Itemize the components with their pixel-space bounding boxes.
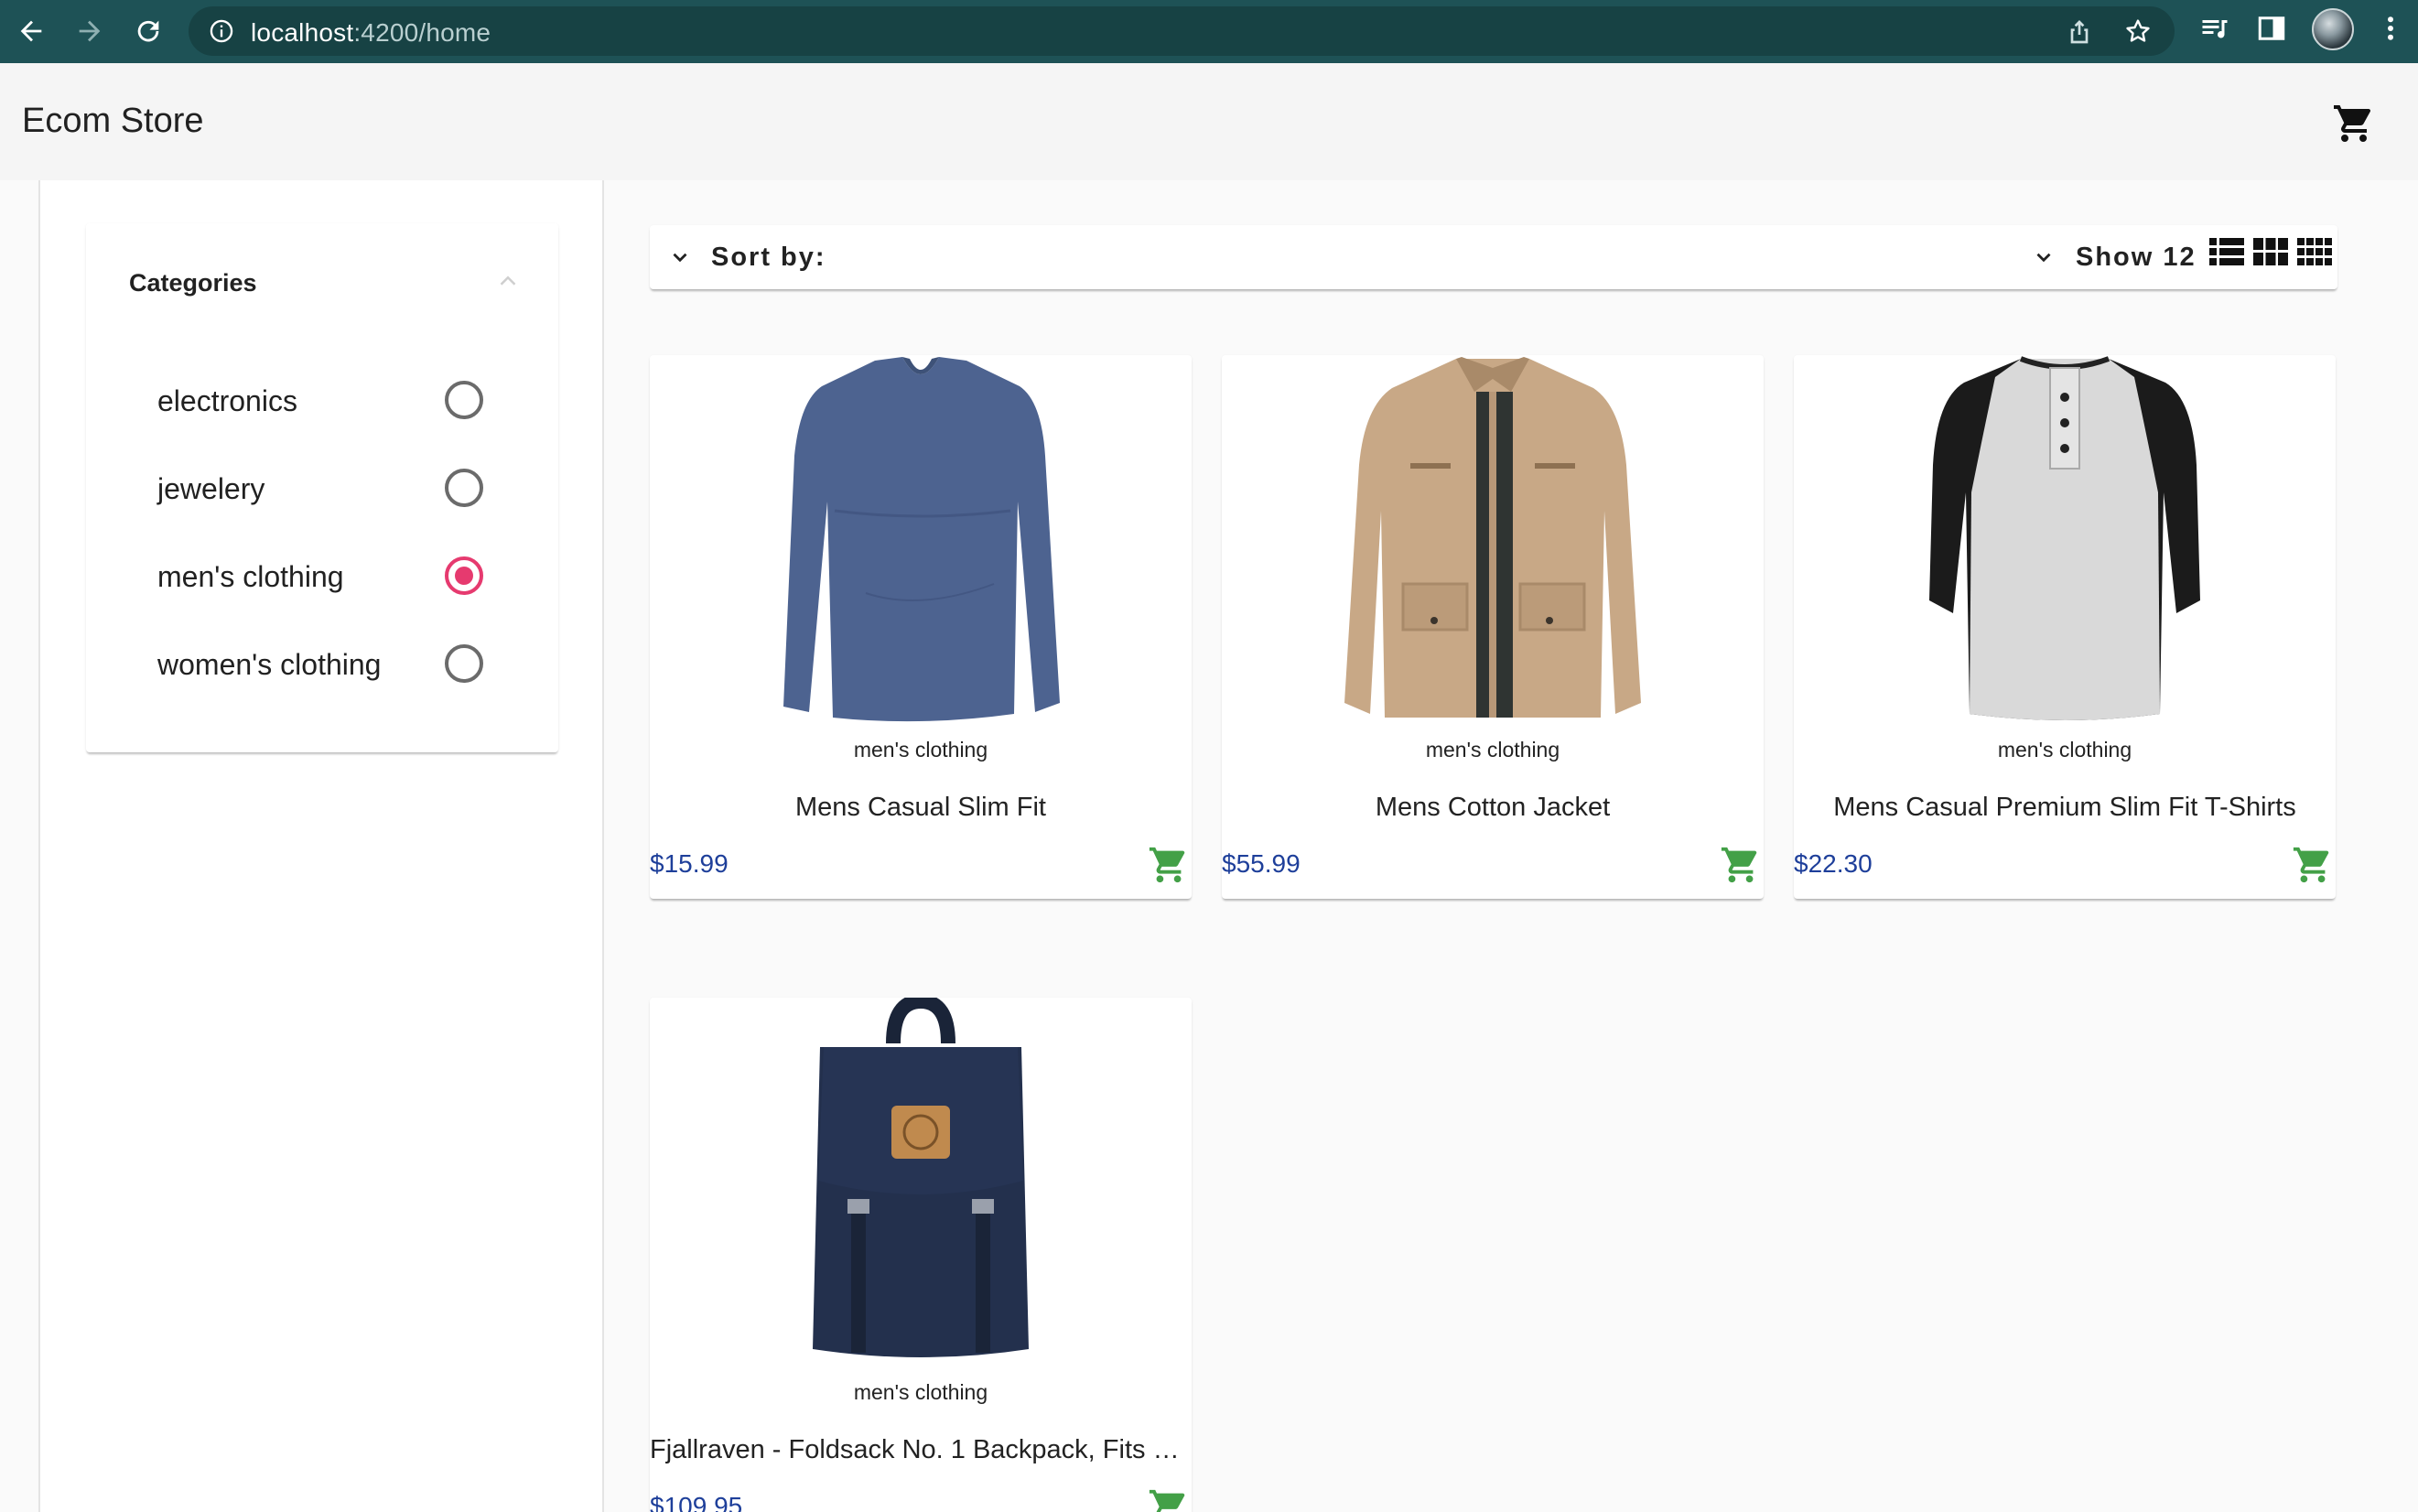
radio-button-selected[interactable]: [445, 556, 483, 595]
product-image-raglan-shirt[interactable]: [1794, 355, 2336, 723]
add-to-cart-icon[interactable]: [1720, 844, 1762, 891]
chevron-down-icon[interactable]: [668, 245, 692, 274]
category-label: women's clothing: [157, 648, 382, 681]
chevron-down-icon[interactable]: [2032, 245, 2056, 274]
product-name[interactable]: Mens Casual Slim Fit: [650, 793, 1192, 823]
radio-button[interactable]: [445, 381, 483, 419]
categories-title[interactable]: Categories: [129, 269, 257, 297]
back-icon[interactable]: [11, 11, 51, 51]
product-category: men's clothing: [853, 738, 988, 761]
product-category: men's clothing: [1997, 738, 2132, 761]
product-name[interactable]: Fjallraven - Foldsack No. 1 Backpack, Fi…: [650, 1435, 1192, 1465]
sort-bar: Sort by: Show 12: [650, 225, 2337, 289]
bookmark-star-icon[interactable]: [2123, 16, 2153, 50]
product-price: $15.99: [650, 849, 729, 878]
product-card[interactable]: men's clothing Mens Casual Slim Fit $15.…: [650, 355, 1192, 899]
product-card[interactable]: men's clothing Mens Casual Premium Slim …: [1794, 355, 2336, 899]
address-bar[interactable]: localhost:4200/home: [189, 6, 2175, 56]
reload-icon[interactable]: [128, 11, 168, 51]
sort-by-dropdown[interactable]: Sort by:: [711, 243, 826, 273]
product-image-long-sleeve-shirt[interactable]: [650, 355, 1192, 723]
url-text: localhost:4200/home: [251, 18, 491, 48]
chevron-up-icon[interactable]: [494, 267, 522, 299]
grid-4-view-icon[interactable]: [2297, 238, 2332, 270]
forward-icon[interactable]: [70, 11, 110, 51]
category-option-mens-clothing[interactable]: men's clothing: [157, 549, 487, 604]
add-to-cart-icon[interactable]: [1148, 844, 1190, 891]
category-option-womens-clothing[interactable]: women's clothing: [157, 637, 487, 692]
radio-button[interactable]: [445, 469, 483, 507]
share-icon[interactable]: [2065, 16, 2094, 50]
browser-chrome: localhost:4200/home: [0, 0, 2418, 63]
grid-3-view-icon[interactable]: [2253, 238, 2288, 270]
product-category: men's clothing: [853, 1380, 988, 1404]
show-count-dropdown[interactable]: Show 12: [2076, 243, 2197, 273]
profile-avatar[interactable]: [2312, 8, 2354, 50]
category-label: men's clothing: [157, 560, 344, 593]
radio-button[interactable]: [445, 644, 483, 683]
category-option-electronics[interactable]: electronics: [157, 373, 487, 428]
add-to-cart-icon[interactable]: [1148, 1486, 1190, 1512]
sidebar-edge: [0, 180, 40, 1512]
product-name[interactable]: Mens Cotton Jacket: [1222, 793, 1764, 823]
product-price: $22.30: [1794, 849, 1873, 878]
category-label: electronics: [157, 384, 297, 417]
product-image-jacket[interactable]: [1222, 355, 1764, 723]
media-queue-icon[interactable]: [2198, 12, 2231, 49]
app-toolbar: Ecom Store: [0, 63, 2418, 180]
product-category: men's clothing: [1425, 738, 1560, 761]
url-path: :4200/home: [353, 18, 491, 47]
category-label: jewelery: [157, 472, 265, 505]
product-name[interactable]: Mens Casual Premium Slim Fit T-Shirts: [1794, 793, 2336, 823]
more-menu-icon[interactable]: [2374, 12, 2407, 49]
product-price: $55.99: [1222, 849, 1301, 878]
product-image-backpack[interactable]: [650, 998, 1192, 1366]
add-to-cart-icon[interactable]: [2292, 844, 2334, 891]
list-view-icon[interactable]: [2209, 238, 2244, 270]
app-title[interactable]: Ecom Store: [22, 102, 204, 141]
site-info-icon[interactable]: [209, 18, 234, 49]
product-card[interactable]: men's clothing Mens Cotton Jacket $55.99: [1222, 355, 1764, 899]
category-option-jewelery[interactable]: jewelery: [157, 461, 487, 516]
url-host: localhost: [251, 18, 354, 47]
product-card[interactable]: men's clothing Fjallraven - Foldsack No.…: [650, 998, 1192, 1512]
shopping-cart-icon[interactable]: [2332, 102, 2376, 150]
side-panel-icon[interactable]: [2255, 12, 2288, 49]
product-price: $109.95: [650, 1492, 743, 1512]
